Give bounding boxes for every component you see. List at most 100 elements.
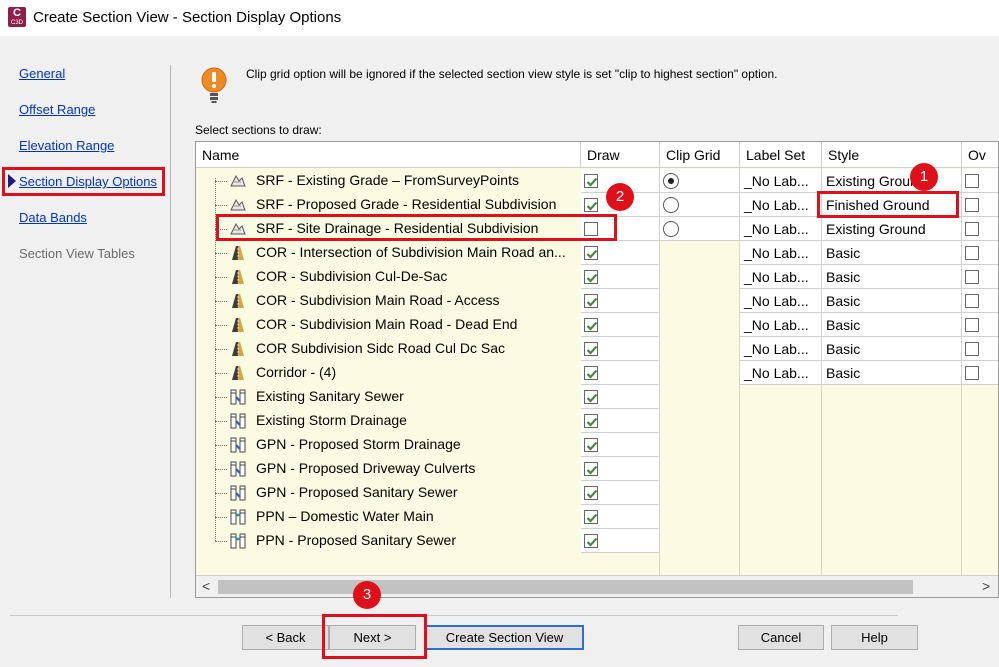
column-header-override[interactable]: Ov <box>962 142 998 168</box>
draw-checkbox[interactable] <box>584 510 598 524</box>
table-row[interactable]: GPN - Proposed Driveway Culverts <box>196 457 998 481</box>
draw-checkbox[interactable] <box>584 534 598 548</box>
override-checkbox[interactable] <box>965 342 979 356</box>
draw-cell <box>581 481 660 505</box>
override-cell <box>962 193 998 217</box>
help-button[interactable]: Help <box>831 625 918 650</box>
nav-item-section-view-tables: Section View Tables <box>19 246 135 261</box>
style-cell[interactable]: Basic <box>822 361 962 385</box>
section-name: PPN - Proposed Sanitary Sewer <box>256 532 456 548</box>
draw-checkbox[interactable] <box>584 174 598 188</box>
highlight-box-next <box>322 614 427 659</box>
highlight-box-nav <box>2 167 165 196</box>
nav-item-offset-range[interactable]: Offset Range <box>19 102 95 117</box>
table-row[interactable]: Existing Sanitary Sewer <box>196 385 998 409</box>
draw-cell <box>581 409 660 433</box>
corridor-icon <box>229 340 247 358</box>
draw-checkbox[interactable] <box>584 198 598 212</box>
column-header-name[interactable]: Name <box>196 142 581 168</box>
clip-grid-radio[interactable] <box>663 221 679 237</box>
draw-checkbox[interactable] <box>584 366 598 380</box>
section-name: COR - Subdivision Cul-De-Sac <box>256 268 448 284</box>
pipe-network-icon <box>229 412 247 430</box>
table-row[interactable]: Existing Storm Drainage <box>196 409 998 433</box>
override-checkbox[interactable] <box>965 318 979 332</box>
draw-checkbox[interactable] <box>584 270 598 284</box>
draw-checkbox[interactable] <box>584 294 598 308</box>
draw-checkbox[interactable] <box>584 390 598 404</box>
scroll-thumb[interactable] <box>218 580 913 594</box>
pipe-network-icon <box>229 484 247 502</box>
style-cell[interactable]: Basic <box>822 337 962 361</box>
label-set-cell[interactable]: _No Lab... <box>740 193 822 217</box>
draw-checkbox[interactable] <box>584 318 598 332</box>
window-title: Create Section View - Section Display Op… <box>33 9 342 26</box>
style-cell[interactable]: Existing Ground <box>822 217 962 241</box>
scroll-right-arrow[interactable]: > <box>982 578 990 594</box>
style-cell[interactable]: Basic <box>822 265 962 289</box>
nav-item-elevation-range[interactable]: Elevation Range <box>19 138 114 153</box>
label-set-cell[interactable]: _No Lab... <box>740 265 822 289</box>
app-icon-sub: C3D <box>10 20 23 26</box>
draw-cell <box>581 505 660 529</box>
back-button[interactable]: < Back <box>242 625 329 650</box>
draw-checkbox[interactable] <box>584 486 598 500</box>
override-cell <box>962 169 998 193</box>
table-row[interactable]: GPN - Proposed Storm Drainage <box>196 433 998 457</box>
clip-grid-radio[interactable] <box>663 173 679 189</box>
clip-grid-radio[interactable] <box>663 197 679 213</box>
override-cell <box>962 217 998 241</box>
table-row[interactable]: SRF - Existing Grade – FromSurveyPoints _… <box>196 169 998 193</box>
tree-branch <box>215 181 227 182</box>
tree-branch <box>215 397 227 398</box>
horizontal-scrollbar[interactable]: < > <box>196 575 998 597</box>
label-set-cell[interactable]: _No Lab... <box>740 169 822 193</box>
section-name: GPN - Proposed Storm Drainage <box>256 436 461 452</box>
tree-branch <box>215 373 227 374</box>
table-row[interactable]: COR Subdivision Sidc Road Cul Dc Sac _No … <box>196 337 998 361</box>
scroll-left-arrow[interactable]: < <box>202 578 210 594</box>
draw-checkbox[interactable] <box>584 246 598 260</box>
table-row[interactable]: COR - Intersection of Subdivision Main R… <box>196 241 998 265</box>
draw-cell <box>581 529 660 553</box>
style-cell[interactable]: Existing Ground <box>822 169 962 193</box>
table-row[interactable]: PPN - Proposed Sanitary Sewer <box>196 529 998 553</box>
draw-checkbox[interactable] <box>584 462 598 476</box>
label-set-cell[interactable]: _No Lab... <box>740 337 822 361</box>
draw-checkbox[interactable] <box>584 414 598 428</box>
override-checkbox[interactable] <box>965 366 979 380</box>
column-header-clip-grid[interactable]: Clip Grid <box>660 142 740 168</box>
style-cell[interactable]: Basic <box>822 313 962 337</box>
nav-item-general[interactable]: General <box>19 66 65 81</box>
label-set-cell[interactable]: _No Lab... <box>740 313 822 337</box>
override-checkbox[interactable] <box>965 198 979 212</box>
override-checkbox[interactable] <box>965 294 979 308</box>
create-section-view-button[interactable]: Create Section View <box>425 625 584 650</box>
draw-checkbox[interactable] <box>584 438 598 452</box>
label-set-cell[interactable]: _No Lab... <box>740 361 822 385</box>
table-row[interactable]: COR - Subdivision Cul-De-Sac _No Lab... Ba… <box>196 265 998 289</box>
style-cell[interactable]: Basic <box>822 241 962 265</box>
label-set-cell[interactable]: _No Lab... <box>740 217 822 241</box>
label-set-cell[interactable]: _No Lab... <box>740 289 822 313</box>
label-set-cell[interactable]: _No Lab... <box>740 241 822 265</box>
override-checkbox[interactable] <box>965 246 979 260</box>
override-checkbox[interactable] <box>965 222 979 236</box>
table-row[interactable]: PPN – Domestic Water Main <box>196 505 998 529</box>
draw-checkbox[interactable] <box>584 342 598 356</box>
callout-badge-1: 1 <box>910 163 938 191</box>
pipe-network-icon <box>229 436 247 454</box>
override-checkbox[interactable] <box>965 174 979 188</box>
table-row[interactable]: Corridor - (4) _No Lab... Basic <box>196 361 998 385</box>
cancel-button[interactable]: Cancel <box>738 625 824 650</box>
table-row[interactable]: COR - Subdivision Main Road - Dead End _N… <box>196 313 998 337</box>
style-cell[interactable]: Basic <box>822 289 962 313</box>
table-row[interactable]: COR - Subdivision Main Road - Access _No … <box>196 289 998 313</box>
column-header-draw[interactable]: Draw <box>581 142 660 168</box>
column-header-style[interactable]: Style <box>822 142 962 168</box>
column-header-label-set[interactable]: Label Set <box>740 142 822 168</box>
table-row[interactable]: GPN - Proposed Sanitary Sewer <box>196 481 998 505</box>
clip-grid-cell <box>660 169 740 193</box>
override-checkbox[interactable] <box>965 270 979 284</box>
nav-item-data-bands[interactable]: Data Bands <box>19 210 87 225</box>
